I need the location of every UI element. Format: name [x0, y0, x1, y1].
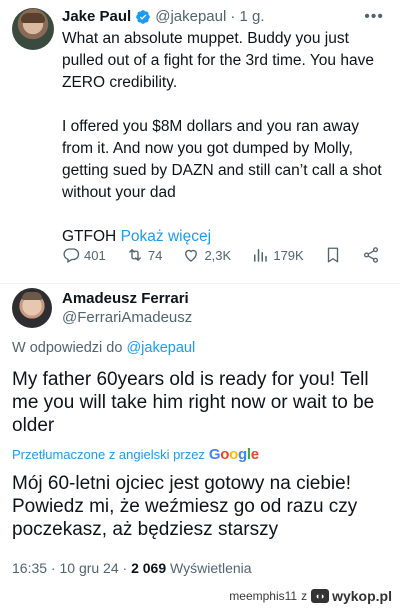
- author-handle[interactable]: @jakepaul: [155, 8, 226, 25]
- views-count: 179K: [273, 247, 304, 263]
- author-name[interactable]: Amadeusz Ferrari: [62, 290, 189, 307]
- retweet-count: 74: [147, 247, 163, 263]
- reply-button[interactable]: 401: [62, 246, 106, 264]
- author-name[interactable]: Jake Paul: [62, 8, 131, 25]
- like-button[interactable]: 2,3K: [182, 246, 231, 264]
- watermark: meemphis11 z ◖◗ wykop.pl: [0, 585, 400, 609]
- reply-icon: [63, 248, 80, 263]
- reply-prefix: W odpowiedzi do: [12, 340, 123, 356]
- share-icon: [363, 247, 379, 263]
- view-count: 2 069: [131, 560, 167, 576]
- translation-notice[interactable]: Przetłumaczone z angielski przez Google: [12, 446, 259, 463]
- share-button[interactable]: [362, 246, 380, 264]
- tweet-last-line: GTFOH: [62, 228, 117, 245]
- google-logo: Google: [208, 446, 259, 463]
- tweet-text: My father 60years old is ready for you! …: [12, 369, 375, 436]
- wykop-logo: ◖◗ wykop.pl: [311, 588, 392, 604]
- watermark-sep: z: [301, 589, 308, 603]
- reply-context: W odpowiedzi do @jakepaul: [12, 340, 195, 356]
- retweet-button[interactable]: 74: [126, 246, 162, 264]
- watermark-user: meemphis11: [229, 589, 298, 603]
- tweet-actions: 401 74 2,3K 179K: [62, 246, 380, 264]
- bookmark-button[interactable]: [324, 246, 342, 264]
- tweet-jake-paul[interactable]: Jake Paul @jakepaul · 1 g. ••• What an a…: [0, 0, 400, 282]
- tweet-header: Jake Paul @jakepaul · 1 g.: [62, 8, 265, 25]
- timestamp[interactable]: 16:35 · 10 gru 24 ·: [12, 560, 127, 576]
- views-chart-icon: [254, 249, 268, 262]
- like-count: 2,3K: [204, 247, 232, 263]
- wykop-site: wykop.pl: [332, 588, 392, 604]
- more-options-icon[interactable]: •••: [364, 8, 384, 26]
- heart-icon: [185, 249, 198, 262]
- verified-badge-icon: [136, 9, 151, 24]
- wykop-logo-icon: ◖◗: [311, 589, 330, 603]
- author-handle[interactable]: @FerrariAmadeusz: [62, 309, 192, 326]
- views-button[interactable]: 179K: [251, 246, 304, 264]
- tweet-paragraph: GTFOH Pokaż więcej: [62, 226, 388, 248]
- tweet-paragraph: What an absolute muppet. Buddy you just …: [62, 30, 374, 91]
- avatar[interactable]: [12, 8, 54, 50]
- watermark-text: meemphis11 z ◖◗ wykop.pl: [229, 588, 392, 604]
- avatar[interactable]: [12, 288, 52, 328]
- reply-handle-link[interactable]: @jakepaul: [126, 340, 195, 356]
- tweet-paragraph: I offered you $8M dollars and you ran aw…: [62, 118, 382, 201]
- views-label: Wyświetlenia: [170, 560, 252, 576]
- divider: [0, 283, 400, 284]
- show-more-link[interactable]: Pokaż więcej: [121, 228, 211, 245]
- reply-count: 401: [84, 247, 106, 263]
- bookmark-icon: [327, 247, 339, 263]
- tweet-meta: 16:35 · 10 gru 24 · 2 069 Wyświetlenia: [12, 560, 252, 576]
- translated-label: Przetłumaczone z angielski przez: [12, 447, 205, 462]
- translated-text: Mój 60-letni ojciec jest gotowy na ciebi…: [12, 473, 358, 540]
- tweet-time: · 1 g.: [230, 8, 265, 25]
- tweet-text: What an absolute muppet. Buddy you just …: [62, 28, 388, 248]
- retweet-icon: [128, 249, 141, 261]
